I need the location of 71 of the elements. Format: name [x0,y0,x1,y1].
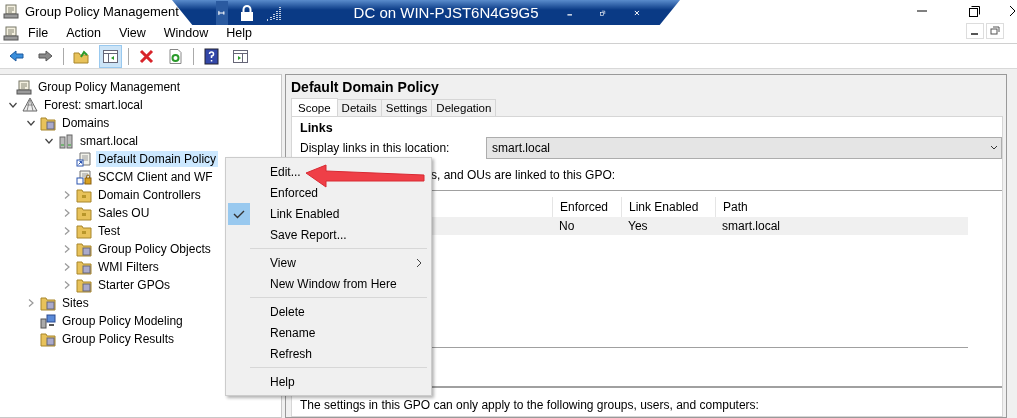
tree-item[interactable]: Forest: smart.local [42,97,145,113]
folder-icon [76,187,92,203]
chevron-icon[interactable] [44,136,54,146]
menu-item[interactable]: Save Report... [270,227,347,242]
scroll-lock-icon [76,169,92,185]
menu-item[interactable]: Action [57,26,110,41]
folder-icon [76,259,92,275]
tab[interactable]: Scope [291,98,338,116]
menu-item[interactable]: Help [217,26,261,41]
tree-item[interactable]: Default Domain Policy [96,151,219,167]
menu-item[interactable]: Delete [270,304,305,319]
tree-item[interactable]: WMI Filters [96,259,161,275]
tree-item[interactable]: Group Policy Results [60,331,177,347]
menu-item[interactable]: Window [154,26,218,41]
server-icon [58,133,74,149]
console-icon [3,3,19,19]
tree-item[interactable]: Sites [60,295,91,311]
tree-item[interactable]: Test [96,223,122,239]
details-title: Default Domain Policy [291,79,440,95]
signal-icon [265,4,282,21]
folder-icon [76,223,92,239]
chevron-icon[interactable] [8,100,18,110]
menu-item[interactable]: Enforced [270,185,319,200]
menu-item[interactable]: View [109,26,155,41]
folder-icon [76,277,92,293]
tree-item[interactable]: Starter GPOs [96,277,173,293]
folder-icon [76,205,92,221]
scroll-icon [76,151,92,167]
tree-item[interactable]: Domain Controllers [96,187,203,203]
table-cell-text: smart.local [721,219,781,233]
pin-icon[interactable] [216,0,228,25]
table-cell-text: Yes [627,219,649,233]
remote-session-title: DC on WIN-PJST6N4G9G5 [353,4,539,21]
arrow-icon [304,164,426,188]
menu-item[interactable]: Help [270,374,295,389]
menu-item[interactable]: View [270,255,296,270]
tree-item[interactable]: smart.local [78,133,140,149]
tree-item[interactable]: Domains [60,115,112,131]
menu-item[interactable]: File [19,26,58,41]
console-icon [16,79,32,95]
menu-item[interactable]: Link Enabled [270,206,340,221]
menu-item[interactable]: Refresh [270,346,313,361]
caret-icon [990,145,998,151]
tree-item[interactable]: Group Policy Objects [96,241,213,257]
tab[interactable]: Settings [380,99,433,116]
folder-icon [40,331,56,347]
folder-icon [40,295,56,311]
table-cell-text: No [558,219,576,233]
chevron-icon [415,257,423,268]
folder-icon [76,241,92,257]
folder-icon [40,115,56,131]
tree-item[interactable]: Group Policy Management [36,79,183,95]
triangle-icon [22,97,38,113]
field-label: Display links in this location: [300,141,451,155]
computer-icon [40,313,56,329]
console-icon [3,25,19,41]
window-title: Group Policy Management [25,3,179,19]
section-heading: Links [300,121,334,135]
description-text: s, and OUs are linked to this GPO: [431,168,1002,191]
panel-icon[interactable] [99,44,122,68]
tree-item[interactable]: SCCM Client and WF [96,169,215,185]
menu-item[interactable]: Rename [270,325,316,340]
tab[interactable]: Delegation [431,99,497,116]
minimize-icon[interactable] [966,23,984,39]
lock-icon[interactable] [239,4,254,21]
menu-item[interactable]: Edit... [270,164,301,179]
location-dropdown[interactable]: smart.local [486,137,1002,159]
tree-item[interactable]: Sales OU [96,205,152,221]
chevron-icon[interactable] [26,118,36,128]
tree-item[interactable]: Group Policy Modeling [60,313,185,329]
menu-item[interactable]: New Window from Here [270,276,397,291]
